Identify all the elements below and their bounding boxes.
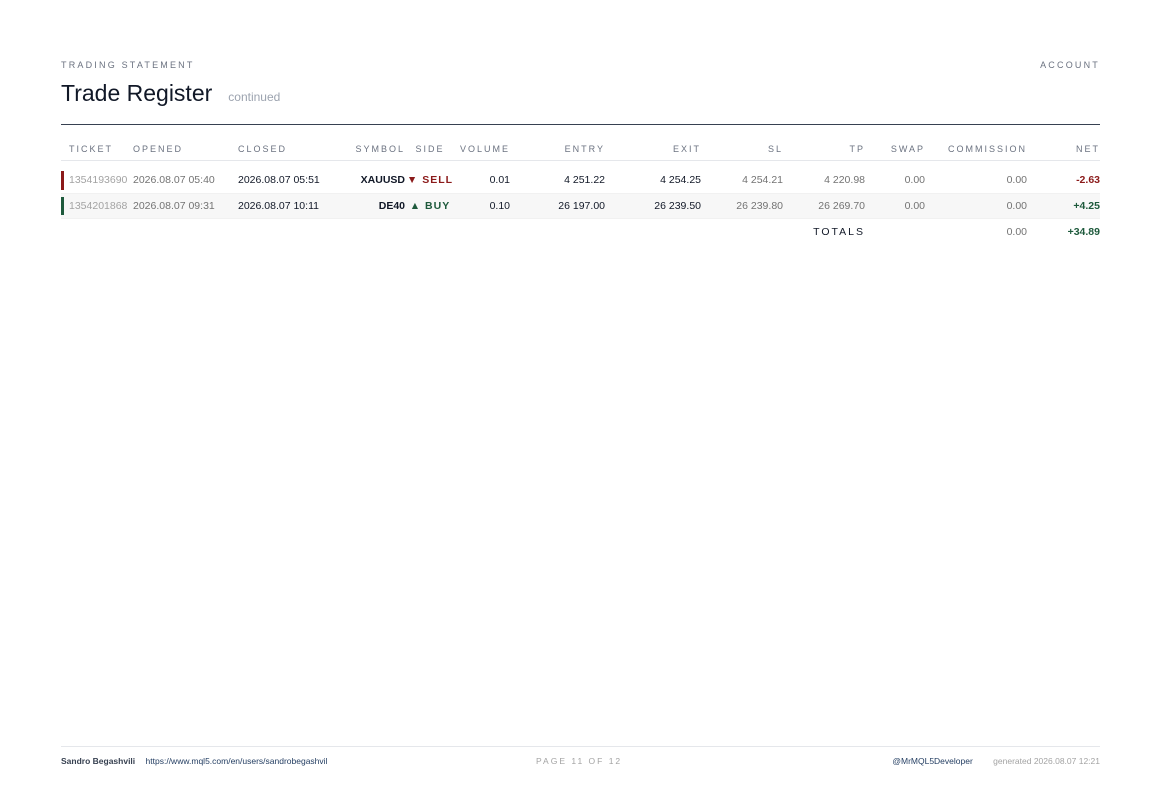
col-commission: COMMISSION [925,138,1027,161]
opened-cell: 2026.08.07 05:40 [133,168,238,194]
page-number: PAGE 11 OF 12 [536,756,623,766]
account-label: ACCOUNT [1040,60,1100,70]
ticket-cell: 1354201868 [61,193,133,219]
sl-cell: 4 254.21 [701,168,783,194]
page-title: Trade Register [61,80,213,106]
entry-cell: 26 197.00 [510,193,605,219]
title-row: Trade Register continued [61,80,1100,107]
generated-timestamp: generated 2026.08.07 12:21 [993,756,1100,766]
trade-register-table: TICKET OPENED CLOSED SYMBOL SIDE VOLUME … [61,138,1100,246]
col-tp: TP [783,138,865,161]
page-footer: Sandro Begashvili https://www.mql5.com/e… [61,746,1100,776]
symbol-cell: DE40 [343,193,405,219]
page-subtitle: continued [228,90,281,104]
footer-right: @MrMQL5Developer generated 2026.08.07 12… [892,756,1100,766]
author-name: Sandro Begashvili [61,756,136,766]
exit-cell: 26 239.50 [605,193,701,219]
totals-label: TOTALS [61,217,865,246]
col-volume: VOLUME [455,138,510,161]
col-ticket: TICKET [61,138,133,161]
side-cell: ▲ BUY [405,193,455,219]
profile-link[interactable]: https://www.mql5.com/en/users/sandrobega… [146,756,328,766]
net-cell: +4.25 [1027,193,1100,219]
col-net: NET [1027,138,1100,161]
buy-indicator-bar [61,196,64,215]
side-cell: ▼ SELL [405,168,455,194]
col-closed: CLOSED [238,138,343,161]
statement-eyebrow: TRADING STATEMENT [61,60,195,70]
tp-cell: 26 269.70 [783,193,865,219]
sell-indicator-bar [61,171,64,190]
col-entry: ENTRY [510,138,605,161]
entry-cell: 4 251.22 [510,168,605,194]
totals-net: +34.89 [1027,217,1100,246]
table-row: 1354201868 2026.08.07 09:31 2026.08.07 1… [61,193,1100,219]
volume-cell: 0.10 [455,193,510,219]
net-cell: -2.63 [1027,168,1100,194]
sl-cell: 26 239.80 [701,193,783,219]
volume-cell: 0.01 [455,168,510,194]
col-opened: OPENED [133,138,238,161]
header-divider [61,124,1100,125]
ticket-cell: 1354193690 [61,168,133,194]
commission-cell: 0.00 [925,168,1027,194]
col-sl: SL [701,138,783,161]
closed-cell: 2026.08.07 10:11 [238,193,343,219]
table-row: 1354193690 2026.08.07 05:40 2026.08.07 0… [61,168,1100,194]
swap-cell: 0.00 [865,193,925,219]
col-symbol: SYMBOL [343,138,405,161]
symbol-cell: XAUUSD [343,168,405,194]
col-side: SIDE [405,138,455,161]
col-swap: SWAP [865,138,925,161]
swap-cell: 0.00 [865,168,925,194]
opened-cell: 2026.08.07 09:31 [133,193,238,219]
footer-left: Sandro Begashvili https://www.mql5.com/e… [61,756,327,766]
totals-commission: 0.00 [925,217,1027,246]
closed-cell: 2026.08.07 05:51 [238,168,343,194]
totals-row: TOTALS 0.00 +34.89 [61,217,1100,246]
table-header-row: TICKET OPENED CLOSED SYMBOL SIDE VOLUME … [61,138,1100,161]
col-exit: EXIT [605,138,701,161]
exit-cell: 4 254.25 [605,168,701,194]
commission-cell: 0.00 [925,193,1027,219]
tp-cell: 4 220.98 [783,168,865,194]
statement-header: TRADING STATEMENT ACCOUNT Trade Register… [61,60,1100,107]
author-handle: @MrMQL5Developer [892,756,973,766]
